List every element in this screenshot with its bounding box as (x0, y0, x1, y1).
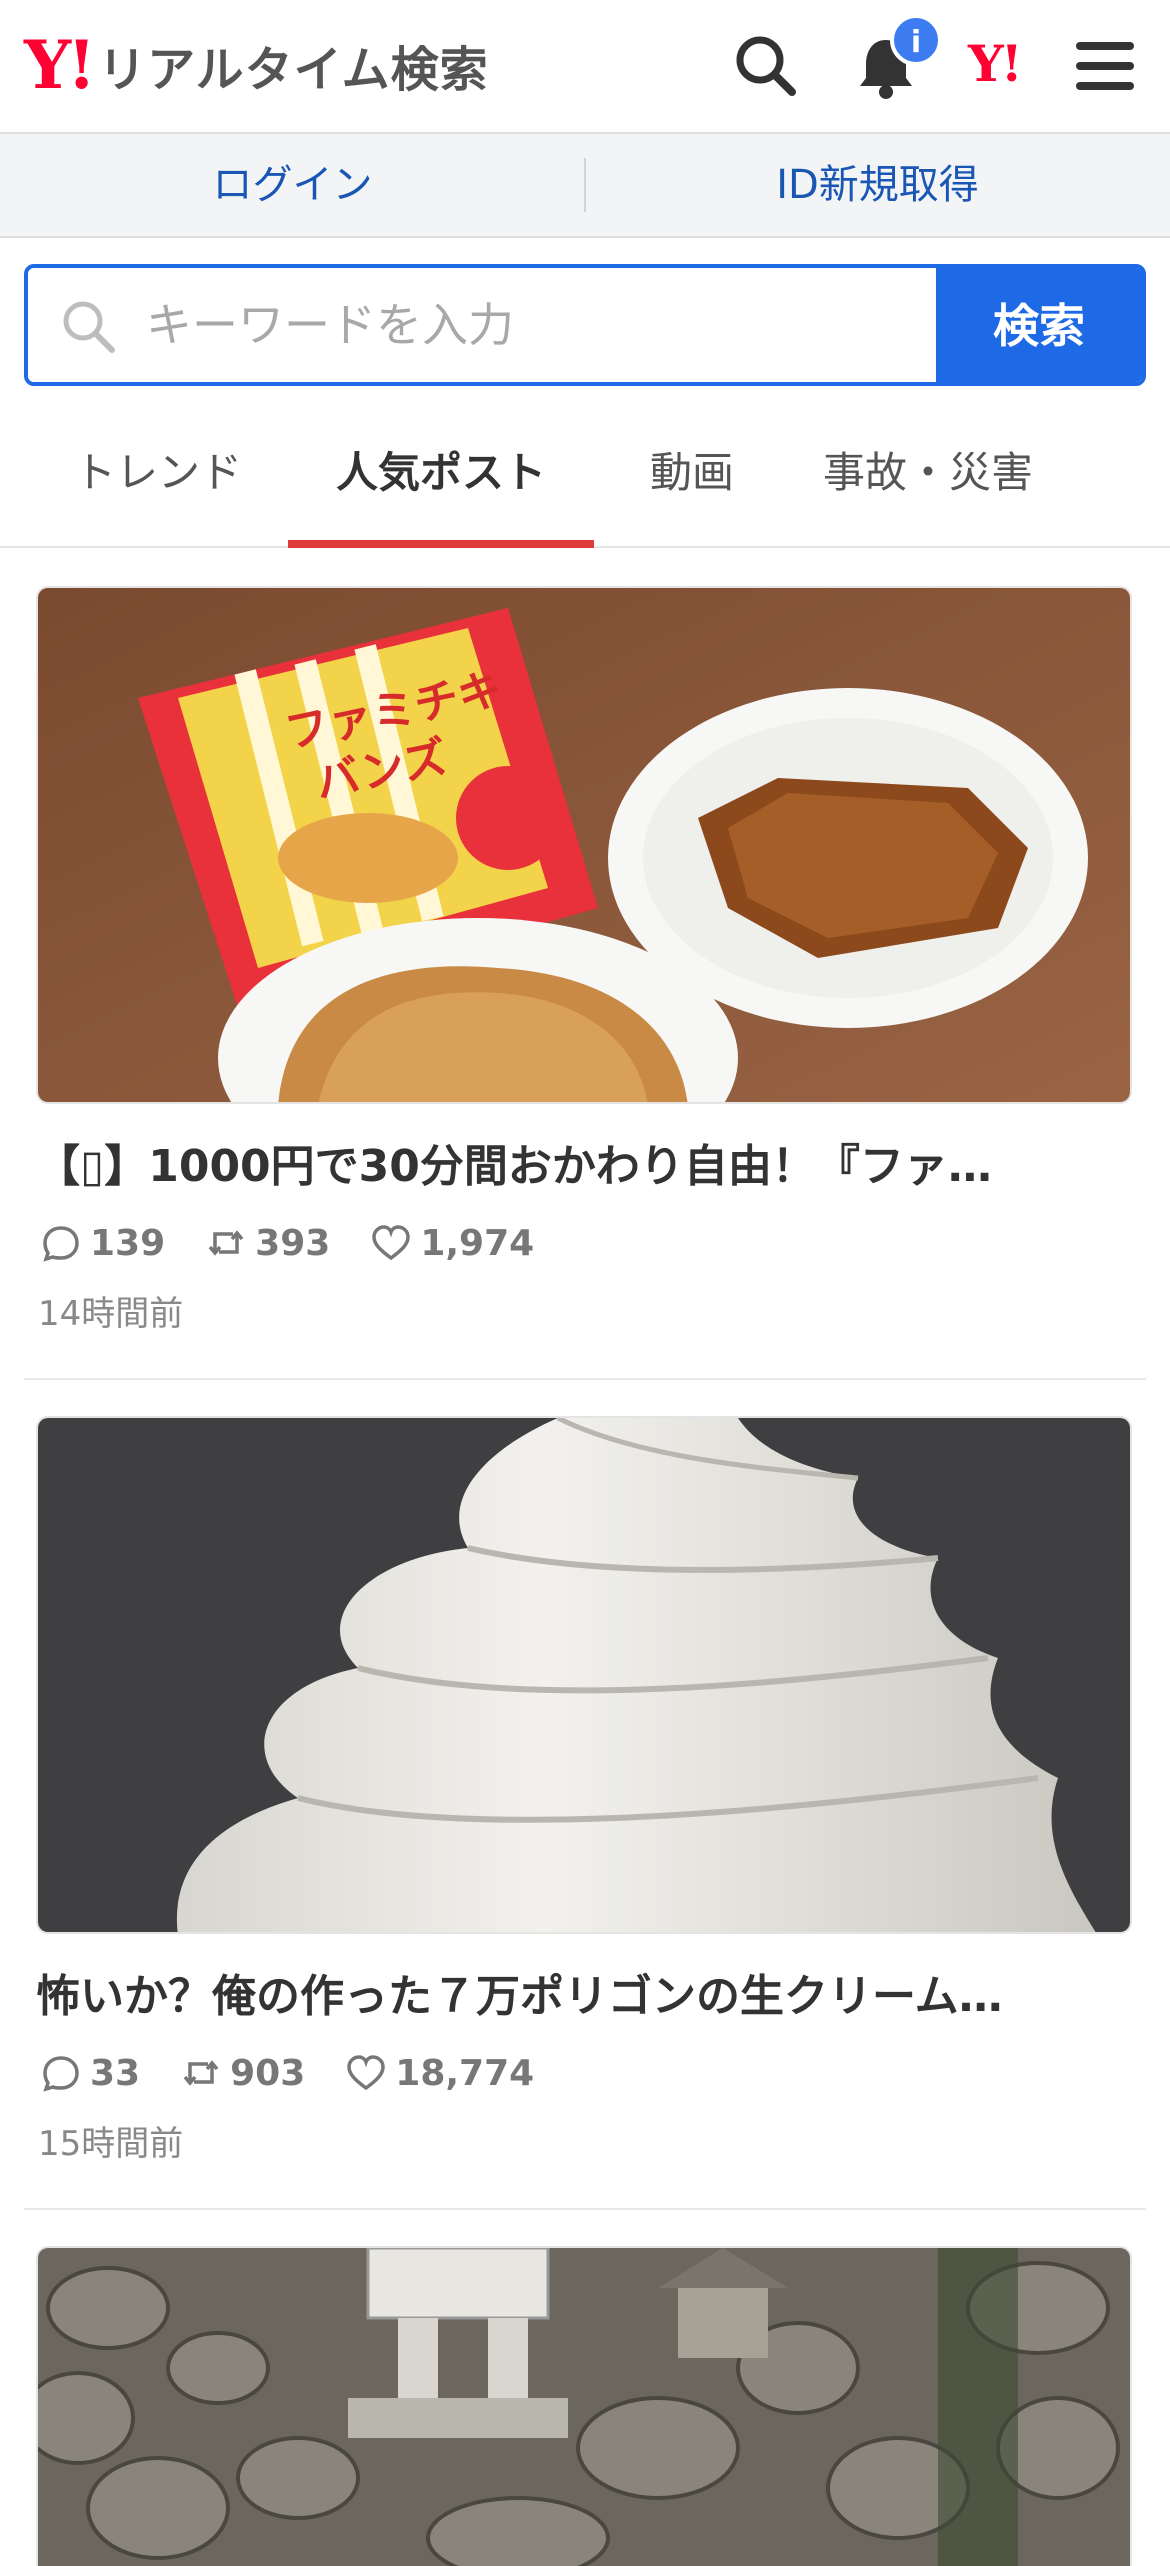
reply-icon (43, 2056, 79, 2092)
stone-wall-shrine-photo (38, 2248, 1130, 2566)
post-stats: 139 393 1,974 (40, 1218, 574, 1268)
signup-link[interactable]: ID新規取得 (585, 134, 1170, 236)
category-tabs: トレンド 人気ポスト 動画 事故・災害 (0, 400, 1170, 548)
post-image[interactable]: ファミチキ バンズ (36, 586, 1132, 1104)
search-box: 検索 (24, 264, 1146, 386)
reply-count-value: 139 (90, 1222, 166, 1264)
post-time: 15時間前 (38, 2124, 184, 2164)
repost-icon (183, 2060, 219, 2086)
post-image[interactable] (36, 2246, 1132, 2566)
card-divider (24, 2208, 1146, 2210)
post-stats: 33 903 18,774 (40, 2048, 574, 2098)
reply-count[interactable]: 139 (40, 1222, 165, 1264)
yahoo-japan-icon[interactable]: Y! (968, 34, 1023, 93)
heart-icon (347, 2055, 386, 2091)
yahoo-logo-mark: Y! (24, 26, 96, 104)
repost-count[interactable]: 393 (205, 1222, 330, 1264)
tab-accident-disaster[interactable]: 事故・災害 (800, 400, 1056, 546)
reply-count-value: 33 (90, 2052, 141, 2094)
repost-icon (208, 1230, 244, 1256)
app-header: Y! リアルタイム検索 i Y! (0, 0, 1170, 134)
like-count-value: 18,774 (395, 2052, 535, 2094)
post-image[interactable] (36, 1416, 1132, 1934)
heart-icon (372, 1225, 411, 1261)
repost-count-value: 903 (230, 2052, 306, 2094)
tab-popular-posts[interactable]: 人気ポスト (288, 400, 594, 548)
search-field-icon (63, 301, 115, 353)
search-button[interactable]: 検索 (936, 268, 1142, 382)
post-time: 14時間前 (38, 1294, 184, 1334)
login-bar: ログイン ID新規取得 (0, 134, 1170, 238)
like-count[interactable]: 1,974 (370, 1222, 534, 1264)
search-icon[interactable] (730, 30, 802, 102)
famichiki-photo: ファミチキ バンズ (38, 588, 1130, 1102)
notification-badge: i (890, 14, 942, 66)
like-count-value: 1,974 (420, 1222, 535, 1264)
card-divider (24, 1378, 1146, 1380)
post-title[interactable]: 【▯】1000円で30分間おかわり自由！『ファ… (36, 1130, 1132, 1194)
search-input[interactable] (28, 268, 936, 382)
repost-count-value: 393 (255, 1222, 331, 1264)
yahoo-realtime-logo[interactable]: Y! リアルタイム検索 (24, 30, 489, 100)
reply-count[interactable]: 33 (40, 2052, 140, 2094)
tab-video[interactable]: 動画 (622, 400, 762, 546)
service-name: リアルタイム検索 (98, 42, 489, 98)
reply-icon (43, 1226, 79, 1262)
menu-icon[interactable] (1068, 30, 1140, 102)
whipped-cream-render (38, 1418, 1130, 1932)
tab-trend[interactable]: トレンド (58, 400, 258, 546)
post-title[interactable]: 怖いか？俺の作った７万ポリゴンの生クリーム… (36, 1960, 1132, 2024)
like-count[interactable]: 18,774 (345, 2052, 534, 2094)
repost-count[interactable]: 903 (180, 2052, 305, 2094)
login-link[interactable]: ログイン (0, 134, 585, 236)
